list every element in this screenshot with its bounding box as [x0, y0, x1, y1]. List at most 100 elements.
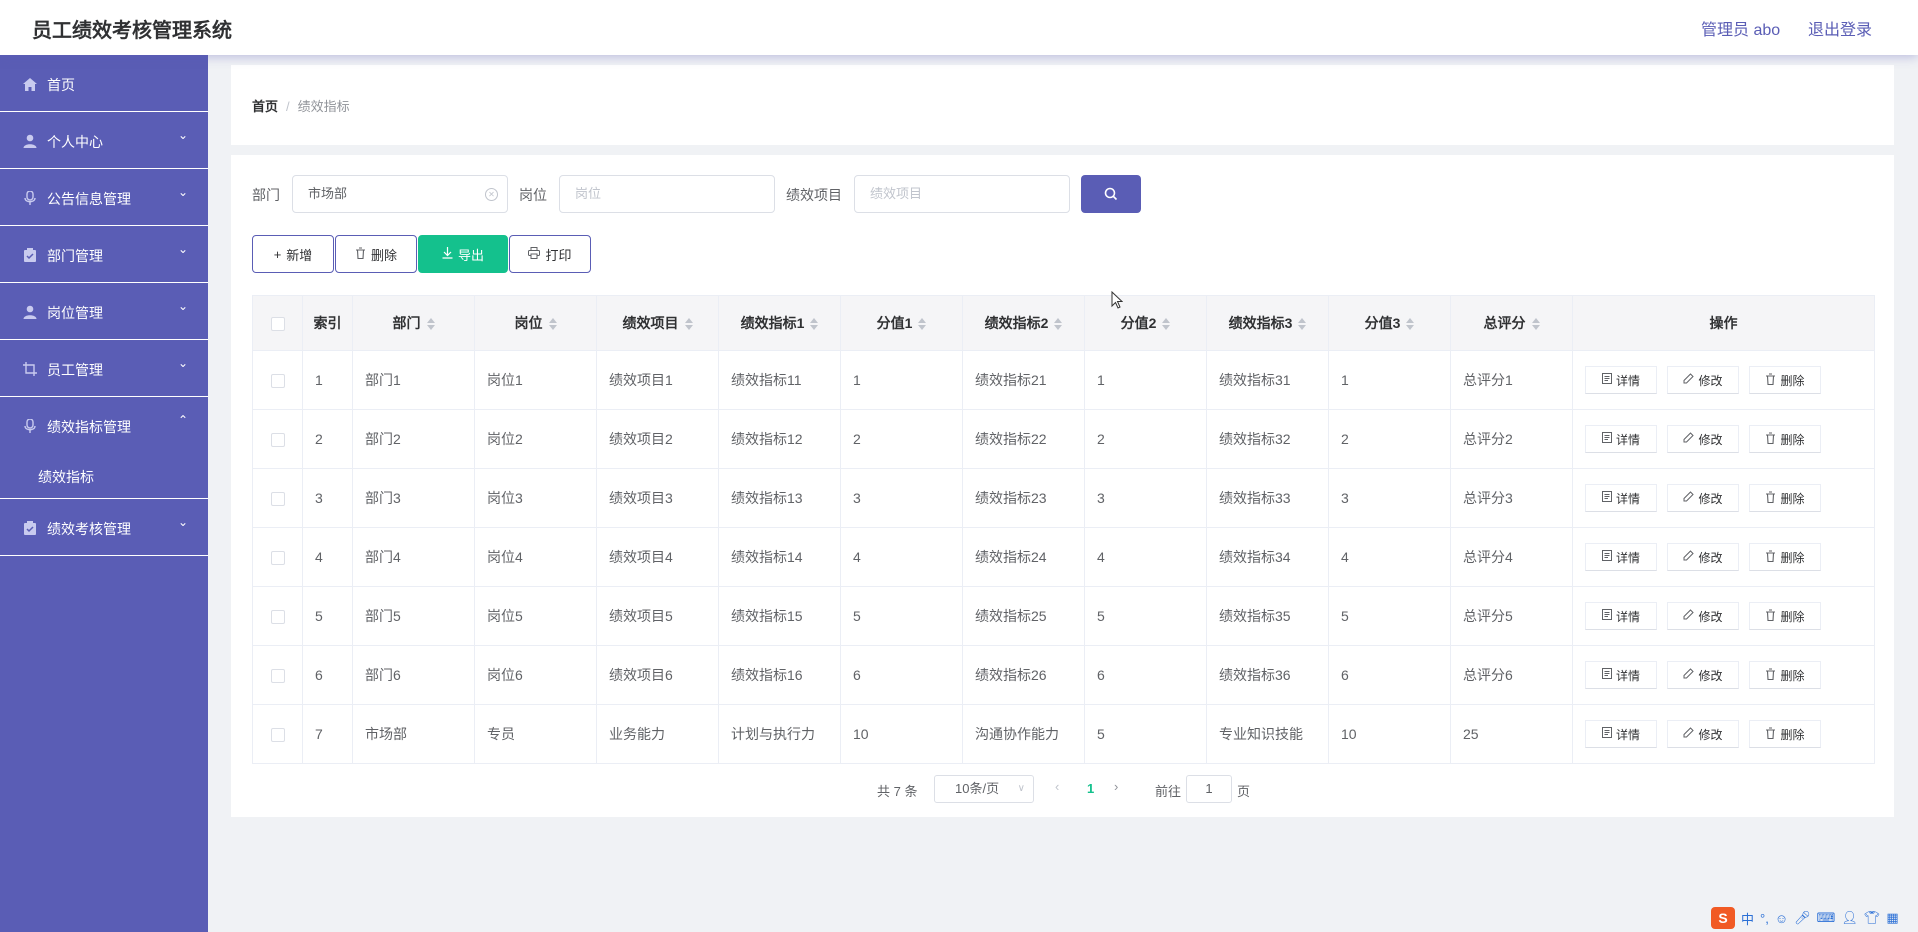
- row-checkbox[interactable]: [252, 350, 303, 410]
- row-checkbox[interactable]: [252, 586, 303, 646]
- sidebar-item-department[interactable]: 部门管理 ⌄: [0, 226, 208, 283]
- clipboard-icon: [22, 247, 38, 263]
- detail-button[interactable]: 详情: [1585, 720, 1657, 748]
- print-button[interactable]: 打印: [509, 235, 591, 273]
- column-header[interactable]: 总评分: [1450, 295, 1573, 351]
- emoji-icon[interactable]: ☺: [1775, 911, 1788, 926]
- edit-button[interactable]: 修改: [1667, 484, 1739, 512]
- plus-icon: +: [273, 246, 282, 262]
- punctuation-icon[interactable]: °,: [1760, 911, 1769, 926]
- delete-button[interactable]: 删除: [1749, 661, 1821, 689]
- row-checkbox[interactable]: [252, 409, 303, 469]
- dept-input[interactable]: 市场部 ✕: [292, 175, 508, 213]
- column-header[interactable]: 绩效指标3: [1206, 295, 1329, 351]
- column-header[interactable]: 绩效指标2: [962, 295, 1085, 351]
- goto-page-input[interactable]: 1: [1186, 775, 1232, 803]
- breadcrumb-home[interactable]: 首页: [252, 99, 278, 114]
- column-header[interactable]: 绩效项目: [596, 295, 719, 351]
- page-number[interactable]: 1: [1087, 781, 1094, 796]
- next-page-button[interactable]: ›: [1114, 779, 1118, 794]
- delete-button[interactable]: 删除: [1749, 425, 1821, 453]
- detail-button[interactable]: 详情: [1585, 602, 1657, 630]
- sidebar-item-post[interactable]: 岗位管理 ⌄: [0, 283, 208, 340]
- detail-button[interactable]: 详情: [1585, 661, 1657, 689]
- detail-button-label: 详情: [1615, 609, 1640, 624]
- sort-icon[interactable]: [548, 317, 557, 331]
- shirt-icon[interactable]: 👕︎: [1864, 910, 1881, 926]
- column-header: 操作: [1572, 295, 1875, 351]
- sidebar-item-notice[interactable]: 公告信息管理 ⌄: [0, 169, 208, 226]
- page-size-select[interactable]: 10条/页 ∨: [934, 775, 1034, 803]
- sort-icon[interactable]: [426, 317, 435, 331]
- column-header[interactable]: 部门: [352, 295, 475, 351]
- sidebar-item-label: 绩效考核管理: [47, 521, 131, 537]
- column-header[interactable]: 分值2: [1084, 295, 1207, 351]
- sidebar-item-personal[interactable]: 个人中心 ⌄: [0, 112, 208, 169]
- keyboard-icon[interactable]: ⌨: [1817, 910, 1836, 926]
- sidebar-item-label: 员工管理: [47, 362, 103, 378]
- column-header[interactable]: 分值1: [840, 295, 963, 351]
- sidebar-subitem-indicator[interactable]: 绩效指标: [0, 451, 208, 499]
- detail-button[interactable]: 详情: [1585, 543, 1657, 571]
- post-label: 岗位: [519, 187, 547, 203]
- sort-icon[interactable]: [810, 317, 819, 331]
- edit-button[interactable]: 修改: [1667, 425, 1739, 453]
- export-button[interactable]: 导出: [418, 235, 508, 273]
- sort-icon[interactable]: [918, 317, 927, 331]
- table-row: 4 部门4 岗位4 绩效项目4 绩效指标14 4 绩效指标24 4 绩效指标34 4 总评分4 详情修…: [252, 527, 1875, 587]
- delete-button[interactable]: 删除: [1749, 366, 1821, 394]
- sidebar-item-home[interactable]: 首页: [0, 55, 208, 112]
- add-button[interactable]: + 新增: [252, 235, 334, 273]
- row-checkbox[interactable]: [252, 468, 303, 528]
- column-header[interactable]: 绩效指标1: [718, 295, 841, 351]
- detail-button-label: 详情: [1615, 727, 1640, 742]
- table-cell: 2: [1328, 409, 1451, 469]
- sogou-logo[interactable]: S: [1711, 907, 1735, 929]
- document-icon: [1601, 373, 1612, 387]
- edit-button[interactable]: 修改: [1667, 602, 1739, 630]
- logout-link[interactable]: 退出登录: [1808, 16, 1872, 40]
- delete-button-label: 删除: [1780, 668, 1805, 683]
- sidebar-item-employee[interactable]: 员工管理 ⌄: [0, 340, 208, 397]
- item-input[interactable]: 绩效项目: [854, 175, 1070, 213]
- edit-button[interactable]: 修改: [1667, 661, 1739, 689]
- sort-icon[interactable]: [1054, 317, 1063, 331]
- search-button[interactable]: [1081, 175, 1141, 213]
- column-header[interactable]: 岗位: [474, 295, 597, 351]
- row-checkbox[interactable]: [252, 645, 303, 705]
- grid-icon[interactable]: ▦: [1886, 910, 1898, 926]
- sort-icon[interactable]: [1298, 317, 1307, 331]
- trash-icon: [1765, 726, 1776, 742]
- table-cell: 6: [840, 645, 963, 705]
- edit-icon: [1683, 491, 1695, 505]
- select-all-checkbox[interactable]: [252, 295, 303, 351]
- row-checkbox[interactable]: [252, 527, 303, 587]
- user-icon[interactable]: 👤︎: [1841, 910, 1858, 926]
- user-icon: [22, 133, 38, 149]
- edit-button[interactable]: 修改: [1667, 720, 1739, 748]
- delete-button[interactable]: 删除: [1749, 720, 1821, 748]
- detail-button[interactable]: 详情: [1585, 484, 1657, 512]
- delete-button[interactable]: 删除: [1749, 543, 1821, 571]
- edit-button[interactable]: 修改: [1667, 366, 1739, 394]
- delete-button[interactable]: 删除: [1749, 602, 1821, 630]
- row-checkbox[interactable]: [252, 704, 303, 764]
- microphone-icon[interactable]: 🎤︎: [1794, 910, 1811, 926]
- batch-delete-button[interactable]: 删除: [335, 235, 417, 273]
- column-header[interactable]: 分值3: [1328, 295, 1451, 351]
- post-input[interactable]: 岗位: [559, 175, 775, 213]
- sidebar-item-assessment[interactable]: 绩效考核管理 ⌄: [0, 499, 208, 556]
- ime-lang[interactable]: 中: [1741, 909, 1754, 928]
- sort-icon[interactable]: [1406, 317, 1415, 331]
- clear-icon[interactable]: ✕: [485, 188, 498, 201]
- delete-button[interactable]: 删除: [1749, 484, 1821, 512]
- sort-icon[interactable]: [1531, 317, 1540, 331]
- detail-button[interactable]: 详情: [1585, 425, 1657, 453]
- sort-icon[interactable]: [684, 317, 693, 331]
- prev-page-button[interactable]: ‹: [1055, 779, 1059, 794]
- sidebar-item-indicator-mgmt[interactable]: 绩效指标管理 ⌃: [0, 397, 208, 451]
- detail-button[interactable]: 详情: [1585, 366, 1657, 394]
- sort-icon[interactable]: [1162, 317, 1171, 331]
- edit-button[interactable]: 修改: [1667, 543, 1739, 571]
- table-cell: 岗位1: [474, 350, 597, 410]
